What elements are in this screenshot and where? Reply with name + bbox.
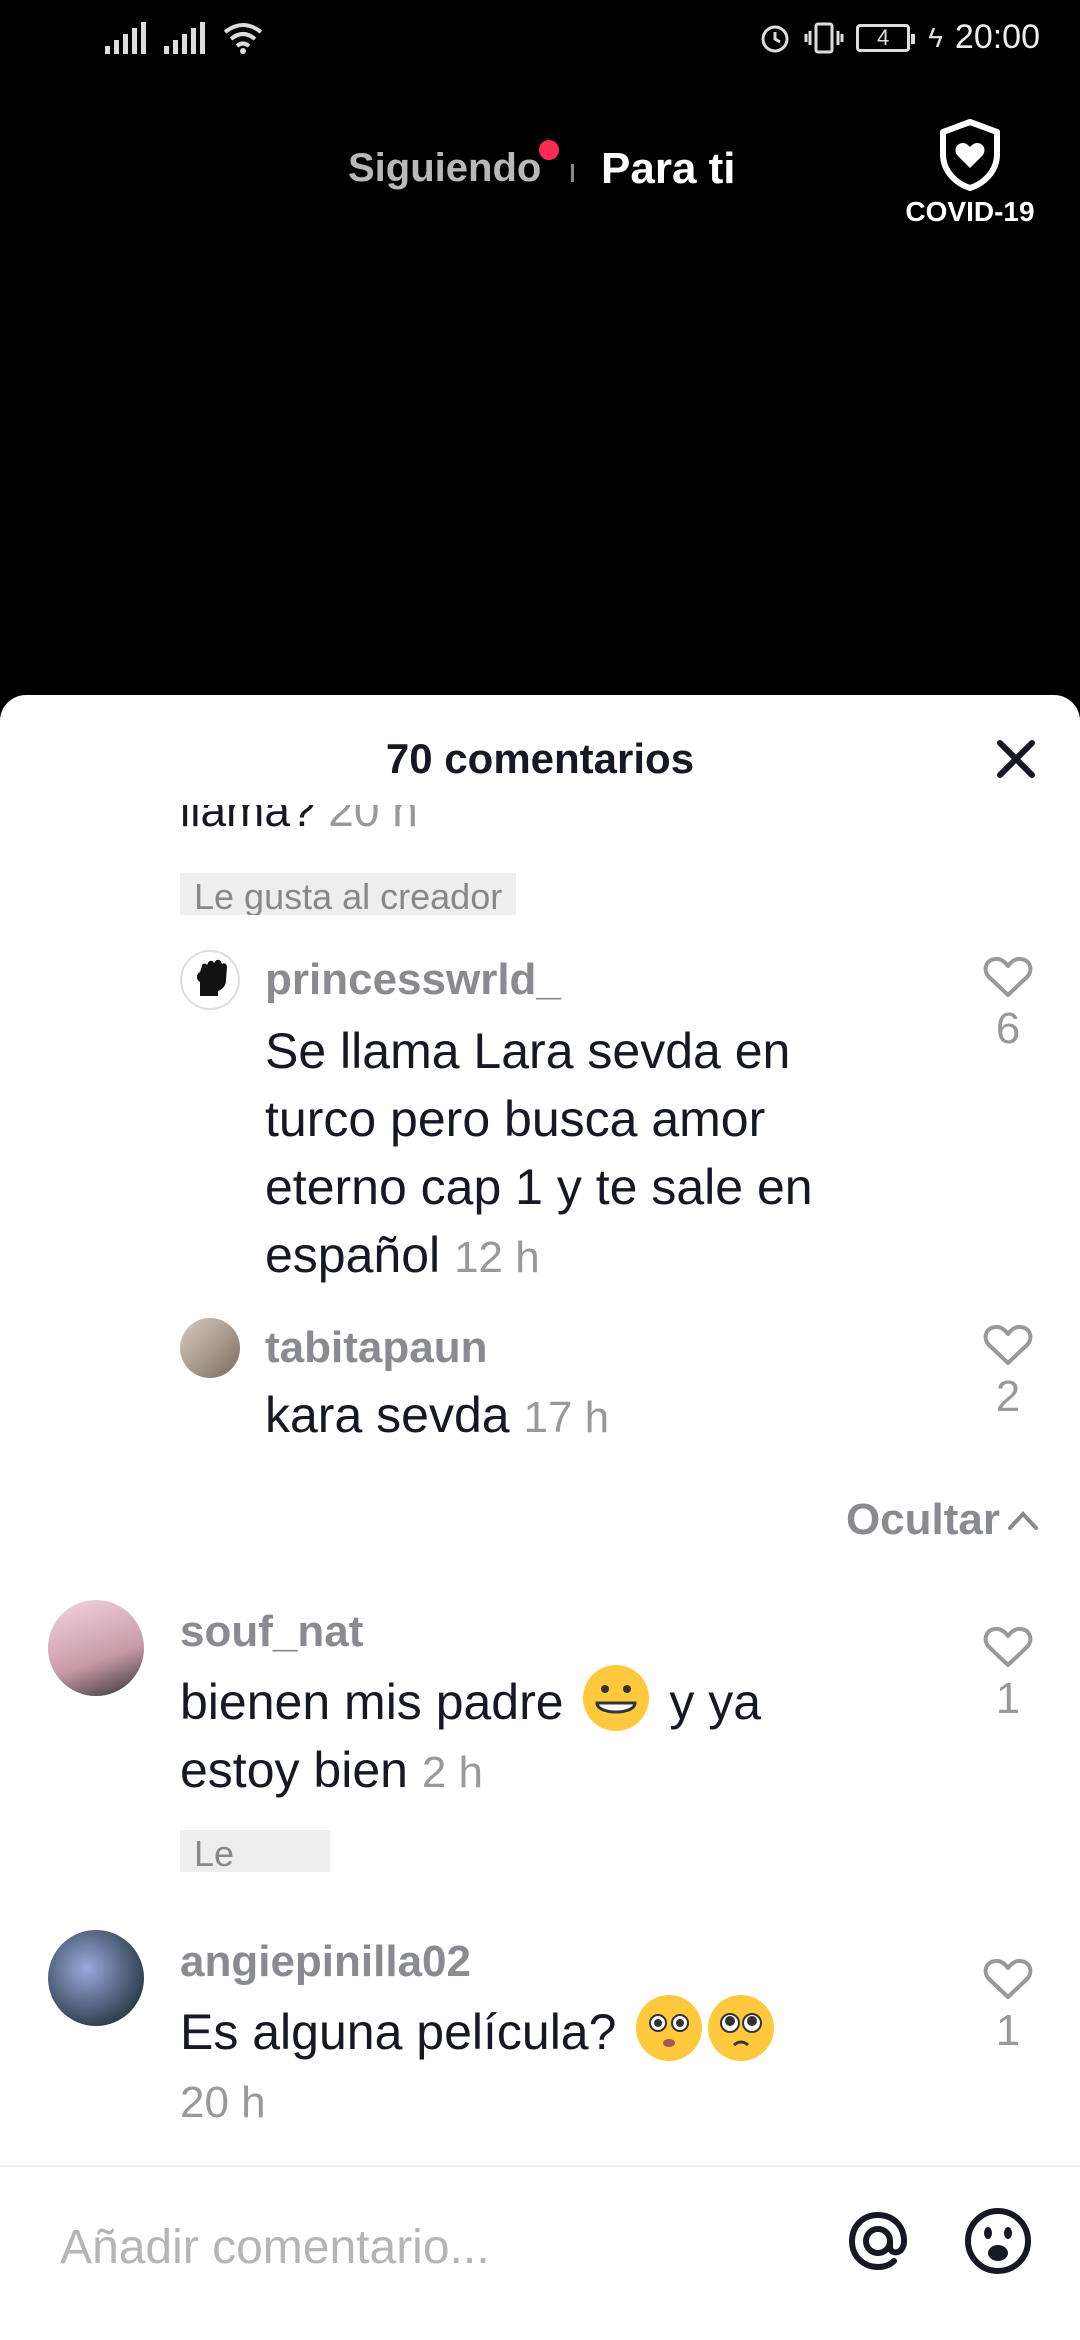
comment-time: 20 h: [180, 2078, 266, 2127]
status-right: 4 ϟ 20:00: [758, 18, 1040, 57]
mention-icon[interactable]: [840, 2203, 916, 2279]
comment-body: kara sevda: [265, 1387, 510, 1443]
heart-icon: [983, 956, 1033, 997]
avatar[interactable]: [180, 1318, 240, 1378]
emoji-icon[interactable]: [960, 2203, 1036, 2279]
partial-comment: llama? 20 h: [180, 805, 418, 837]
comments-count-title: 70 comentarios: [385, 735, 695, 782]
comments-sheet: 70 comentarios llama? 20 h Le gusta al c…: [0, 695, 1080, 2340]
hide-label: Ocultar: [845, 1495, 1000, 1544]
tab-for-you[interactable]: Para ti: [601, 144, 736, 194]
comment-time: 2 h: [421, 1748, 484, 1797]
alarm-icon: [761, 25, 789, 52]
wifi-icon: [223, 23, 263, 54]
like-count: 6: [995, 1004, 1021, 1053]
avatar[interactable]: [48, 1930, 144, 2026]
charging-icon: ϟ: [928, 21, 943, 53]
avatar[interactable]: [180, 950, 240, 1010]
comment-username[interactable]: angiepinilla02: [180, 1937, 471, 1987]
hide-replies-button[interactable]: Ocultar: [846, 1495, 1040, 1545]
comment-body: bienen mis padre: [180, 1674, 564, 1730]
covid-button[interactable]: COVID-19: [900, 118, 1040, 228]
comment-time: 17 h: [523, 1393, 610, 1442]
heart-icon: [983, 1324, 1033, 1365]
tab-following[interactable]: Siguiendo: [348, 146, 541, 191]
avatar[interactable]: [48, 1600, 144, 1696]
liked-by-creator-badge: Le gusta al creador: [180, 873, 517, 915]
comment-username[interactable]: princesswrld_: [265, 955, 561, 1005]
comment-input[interactable]: [60, 2207, 800, 2287]
battery-icon: 4: [856, 23, 916, 52]
comment-text: bienen mis padre y ya estoy bien 2 h: [180, 1665, 860, 1807]
comment-text: Es alguna película? 20 h: [180, 1995, 880, 2137]
like-button[interactable]: 1: [978, 1957, 1038, 2056]
like-button[interactable]: 2: [978, 1323, 1038, 1422]
comment-body: Es alguna película?: [180, 2004, 617, 2060]
covid-label: COVID-19: [905, 196, 1035, 227]
status-bar: 4 ϟ 20:00: [0, 0, 1080, 80]
tab-divider: [571, 164, 574, 182]
like-button[interactable]: 1: [978, 1625, 1038, 1724]
pleading-face-icon: [708, 1995, 775, 2061]
comment-text: llama?: [180, 805, 316, 836]
heart-icon: [983, 1958, 1033, 1999]
signal-icon: [105, 22, 146, 54]
shield-heart-icon: [940, 119, 1000, 191]
comment-time: 20 h: [328, 805, 418, 836]
vibrate-icon: [804, 22, 844, 53]
close-icon[interactable]: [988, 731, 1044, 787]
comment-username[interactable]: tabitapaun: [265, 1323, 487, 1373]
like-count: 1: [995, 1674, 1021, 1723]
clock: 20:00: [954, 18, 1040, 56]
comment-time: 12 h: [454, 1233, 540, 1282]
comment-username[interactable]: souf_nat: [180, 1607, 363, 1657]
liked-by-creator-badge: Le gusta al creador: [180, 1830, 331, 1872]
comment-text: Se llama Lara sevda en turco pero busca …: [265, 1017, 905, 1292]
flushed-face-icon: [636, 1995, 703, 2061]
comment-text: kara sevda 17 h: [265, 1381, 905, 1452]
like-count: 2: [995, 1372, 1021, 1421]
chevron-up-icon: [1008, 1511, 1038, 1530]
signal-icon-2: [164, 22, 205, 54]
comment-input-bar: [0, 2165, 1080, 2340]
notification-dot: [539, 140, 559, 160]
grinning-face-icon: [583, 1665, 650, 1731]
raised-fist-icon: [197, 959, 227, 996]
like-button[interactable]: 6: [978, 955, 1038, 1054]
like-count: 1: [995, 2006, 1021, 2055]
signal-indicators: [105, 22, 263, 54]
heart-icon: [983, 1626, 1033, 1667]
